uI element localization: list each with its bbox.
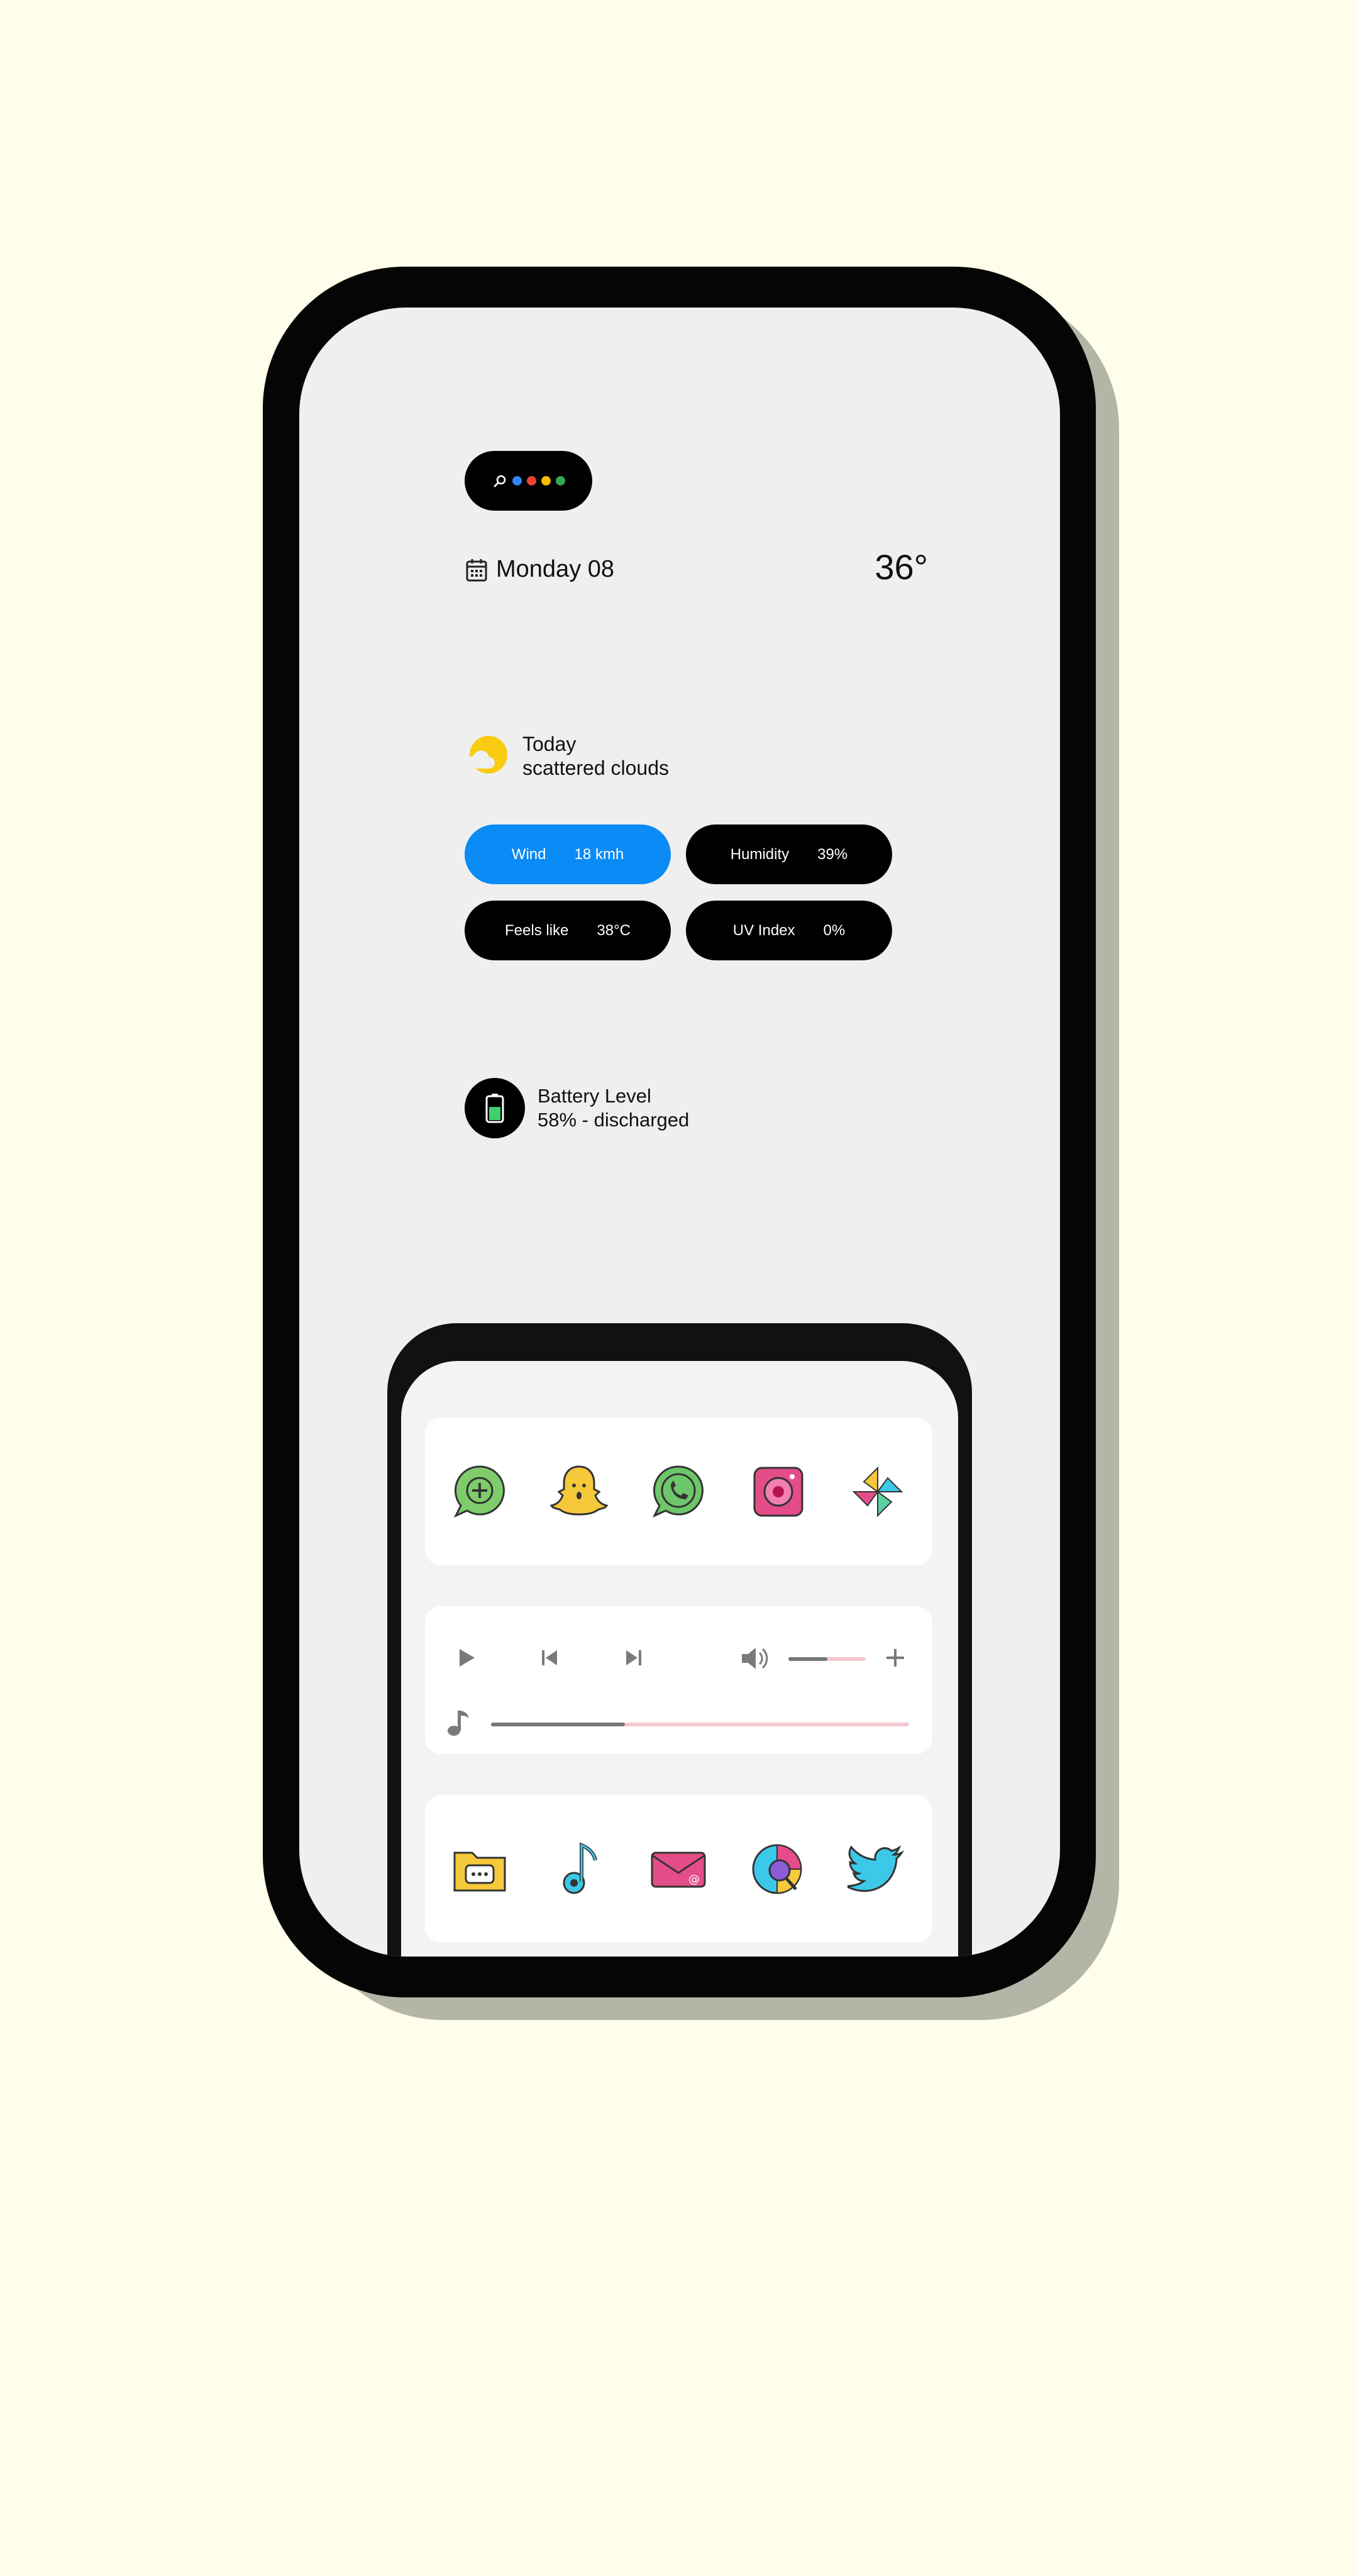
- mockup-phone: @: [387, 1323, 972, 1957]
- music-note-small-icon: [448, 1711, 468, 1736]
- svg-text:@: @: [688, 1873, 700, 1886]
- music-note-icon[interactable]: [549, 1839, 609, 1899]
- search-dot-green: [555, 476, 565, 486]
- search-dot-yellow: [541, 476, 551, 486]
- battery-icon: [485, 1094, 504, 1123]
- volume-icon[interactable]: [738, 1643, 770, 1674]
- feels-like-chip[interactable]: Feels like 38°C: [465, 901, 671, 960]
- weather-day: Today: [522, 733, 577, 755]
- battery-badge: [465, 1078, 525, 1138]
- search-icon: [494, 475, 505, 487]
- battery-title: Battery Level: [538, 1085, 651, 1107]
- date-label: Monday 08: [496, 556, 615, 582]
- battery-fill: [489, 1107, 500, 1120]
- temperature-label[interactable]: 36°: [840, 547, 928, 587]
- uv-index-chip[interactable]: UV Index 0%: [686, 901, 892, 960]
- volume-slider-fill: [788, 1657, 827, 1661]
- folder-chat-icon[interactable]: [450, 1839, 510, 1899]
- email-icon[interactable]: @: [648, 1839, 709, 1899]
- calendar-icon: [466, 558, 487, 581]
- phone-screen: Monday 08 36° Today scattered clouds Win…: [299, 308, 1060, 1957]
- feels-like-label: Feels like: [505, 921, 569, 939]
- uv-index-value: 0%: [823, 921, 846, 939]
- search-widget[interactable]: [465, 451, 592, 511]
- pinwheel-photos-icon[interactable]: [847, 1462, 908, 1522]
- battery-status: 58% - discharged: [538, 1109, 690, 1131]
- weather-summary[interactable]: Today scattered clouds: [465, 732, 669, 780]
- mockup-screen: @: [401, 1361, 958, 1957]
- weather-condition: scattered clouds: [522, 757, 670, 779]
- humidity-label: Humidity: [730, 845, 790, 863]
- uv-index-label: UV Index: [732, 921, 795, 939]
- previous-icon[interactable]: [537, 1645, 562, 1670]
- next-icon[interactable]: [621, 1645, 646, 1670]
- play-icon[interactable]: [453, 1645, 478, 1670]
- snapchat-ghost-icon[interactable]: [549, 1462, 609, 1522]
- media-player: [425, 1606, 932, 1754]
- app-dock-bottom: @: [425, 1795, 932, 1943]
- search-dot-red: [526, 476, 536, 486]
- finance-chart-icon[interactable]: [748, 1839, 809, 1899]
- search-dot-blue: [512, 476, 522, 486]
- humidity-value: 39%: [817, 845, 848, 863]
- whatsapp-icon[interactable]: [648, 1462, 709, 1522]
- wind-label: Wind: [511, 845, 546, 863]
- date-widget[interactable]: Monday 08: [466, 556, 614, 583]
- humidity-chip[interactable]: Humidity 39%: [686, 824, 892, 884]
- feels-like-value: 38°C: [597, 921, 631, 939]
- battery-widget[interactable]: Battery Level 58% - discharged: [465, 1078, 689, 1138]
- partly-cloudy-icon: [466, 736, 507, 774]
- track-progress-fill: [491, 1723, 625, 1726]
- app-dock-top: [425, 1418, 932, 1565]
- volume-up-icon[interactable]: [883, 1645, 908, 1670]
- track-progress-bar[interactable]: [491, 1723, 909, 1726]
- plus-chat-icon[interactable]: [450, 1462, 510, 1522]
- wind-chip[interactable]: Wind 18 kmh: [465, 824, 671, 884]
- wind-value: 18 kmh: [574, 845, 624, 863]
- camera-icon[interactable]: [748, 1462, 809, 1522]
- twitter-bird-icon[interactable]: [847, 1839, 908, 1899]
- volume-slider[interactable]: [788, 1657, 866, 1661]
